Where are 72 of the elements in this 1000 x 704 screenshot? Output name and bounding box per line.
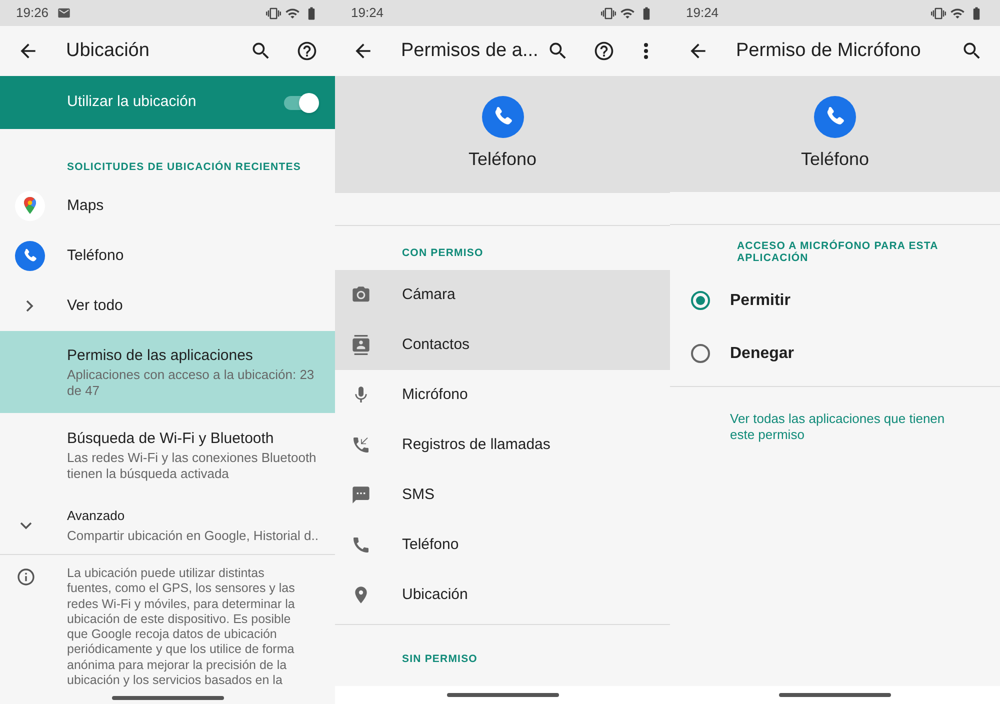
screen-title: Permisos de a...: [401, 38, 538, 63]
app-row[interactable]: Teléfono: [0, 231, 335, 281]
row-label: Teléfono: [402, 534, 459, 555]
permission-row[interactable]: Teléfono: [335, 520, 670, 570]
status-time: 19:26: [16, 4, 49, 22]
map-pin-icon: [14, 191, 44, 221]
info-icon: [16, 567, 36, 587]
permission-row[interactable]: Cámara: [335, 270, 670, 320]
row-label: Maps: [67, 196, 104, 216]
row-title: Búsqueda de Wi-Fi y Bluetooth: [67, 428, 275, 449]
help-button[interactable]: [592, 39, 616, 63]
phone-app-icon: [482, 96, 524, 138]
info-text: La ubicación puede utilizar distintas fuentes, como el GPS, los sensores y las redes Wi-Fi y móviles, para determinar la ubicación de este dispositivo. Es posible que Google recoja datos de ubicación periódicamente y que los utilice de forma anónima para mejorar la precisión de la ubicación y los servicios basados en la: [67, 566, 296, 688]
location-switch[interactable]: [283, 92, 319, 112]
phone-app-icon: [14, 241, 44, 271]
status-time: 19:24: [686, 4, 719, 22]
help-button[interactable]: [295, 39, 319, 63]
settings-row[interactable]: Búsqueda de Wi-Fi y Bluetooth Las redes Wi-Fi y las conexiones Bluetooth tienen la búsqueda activada: [0, 413, 335, 497]
vibrate-icon: [266, 6, 281, 20]
row-subtitle: Compartir ubicación en Google, Historial d..: [67, 526, 318, 545]
row-label: Contactos: [402, 334, 470, 355]
row-label: Registros de llamadas: [402, 434, 550, 455]
app-row[interactable]: Maps: [0, 181, 335, 231]
row-label: Ver todo: [67, 296, 123, 316]
contact-card-icon: [350, 335, 370, 355]
location-toggle-row[interactable]: Utilizar la ubicación: [0, 76, 335, 129]
gesture-handle[interactable]: [446, 693, 558, 697]
vibrate-icon: [931, 6, 946, 20]
advanced-row[interactable]: Avanzado Compartir ubicación en Google, Historial d..: [0, 497, 335, 554]
radio-button[interactable]: [690, 291, 710, 310]
phone-app-icon: [814, 96, 856, 138]
gesture-handle[interactable]: [112, 696, 224, 700]
permission-row[interactable]: SMS: [335, 470, 670, 520]
row-label: SMS: [402, 484, 435, 505]
radio-option[interactable]: Permitir: [670, 274, 1000, 327]
row-subtitle: Aplicaciones con acceso a la ubicación: 23 de 47: [67, 367, 316, 400]
option-label: Permitir: [730, 290, 790, 310]
mail-icon: [56, 6, 71, 20]
phone-arrow-icon: [350, 435, 370, 455]
radio-button[interactable]: [690, 344, 710, 363]
vibrate-icon: [601, 6, 616, 20]
status-time: 19:24: [351, 4, 384, 22]
section-header: SIN PERMISO: [402, 652, 478, 668]
gesture-handle[interactable]: [779, 693, 891, 697]
app-row[interactable]: Ver todo: [0, 281, 335, 331]
screen-title: Ubicación: [66, 38, 150, 63]
view-all-apps-link[interactable]: Ver todas las aplicaciones que tienen este permiso: [730, 411, 960, 443]
row-title: Permiso de las aplicaciones: [67, 346, 254, 366]
section-header: SOLICITUDES DE UBICACIÓN RECIENTES: [67, 160, 301, 176]
option-label: Denegar: [730, 344, 794, 364]
section-header: CON PERMISO: [402, 246, 484, 262]
permission-row[interactable]: Contactos: [335, 320, 670, 370]
row-label: Cámara: [402, 284, 456, 305]
settings-row[interactable]: Permiso de las aplicaciones Aplicaciones con acceso a la ubicación: 23 de 47: [0, 331, 335, 413]
row-title: Avanzado: [67, 507, 126, 525]
toggle-label: Utilizar la ubicación: [67, 92, 196, 112]
section-header: ACCESO A MICRÓFONO PARA ESTA APLICACIÓN: [737, 240, 939, 264]
permission-row[interactable]: Registros de llamadas: [335, 420, 670, 470]
more-icon: [644, 43, 648, 59]
permission-row[interactable]: Micrófono: [335, 370, 670, 420]
phone-icon: [350, 535, 370, 555]
message-icon: [350, 485, 370, 505]
app-name: Teléfono: [468, 148, 537, 171]
radio-option[interactable]: Denegar: [670, 327, 1000, 380]
row-label: Micrófono: [402, 384, 468, 405]
app-name: Teléfono: [800, 148, 870, 170]
row-label: Teléfono: [67, 246, 124, 266]
row-subtitle: Las redes Wi-Fi y las conexiones Bluetooth tienen la búsqueda activada: [67, 450, 318, 482]
screen-title: Permiso de Micrófono: [736, 38, 921, 63]
row-label: Ubicación: [402, 584, 468, 605]
permission-row[interactable]: Ubicación: [335, 570, 670, 620]
chevron-right-icon: [26, 300, 34, 312]
